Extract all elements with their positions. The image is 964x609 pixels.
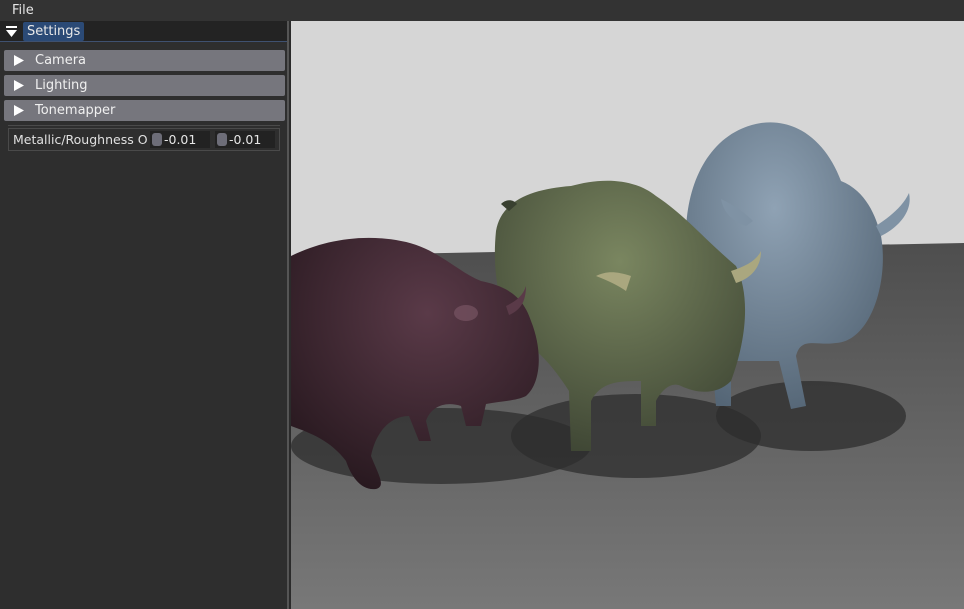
triangle-right-icon [14, 80, 24, 91]
slider-grab[interactable] [152, 133, 162, 146]
title-divider [0, 41, 287, 42]
triangle-right-icon [14, 105, 24, 116]
panel-title-bar: Settings [0, 21, 287, 42]
section-divider [8, 125, 280, 126]
render-viewport[interactable] [291, 21, 964, 609]
menu-file[interactable]: File [12, 2, 34, 19]
roughness-override-slider[interactable]: -0.01 [215, 131, 275, 148]
override-label: Metallic/Roughness Ov [13, 132, 147, 147]
section-lighting[interactable]: Lighting [4, 75, 285, 96]
tab-settings[interactable]: Settings [23, 22, 85, 41]
section-tonemapper-label: Tonemapper [35, 103, 116, 118]
metallic-roughness-override: Metallic/Roughness Ov -0.01 -0.01 [8, 128, 280, 151]
triangle-right-icon [14, 55, 24, 66]
roughness-override-value: -0.01 [229, 132, 262, 147]
slider-grab[interactable] [217, 133, 227, 146]
section-camera[interactable]: Camera [4, 50, 285, 71]
metallic-override-value: -0.01 [164, 132, 197, 147]
shadow-right [716, 381, 906, 451]
section-lighting-label: Lighting [35, 78, 88, 93]
triangle-down-icon[interactable] [6, 26, 17, 37]
menu-bar: File [0, 0, 964, 21]
render-scene [291, 21, 964, 609]
section-tonemapper[interactable]: Tonemapper [4, 100, 285, 121]
section-camera-label: Camera [35, 53, 87, 68]
metallic-override-slider[interactable]: -0.01 [150, 131, 210, 148]
settings-panel: Settings Camera Lighting Tonemapper Meta… [0, 21, 289, 609]
